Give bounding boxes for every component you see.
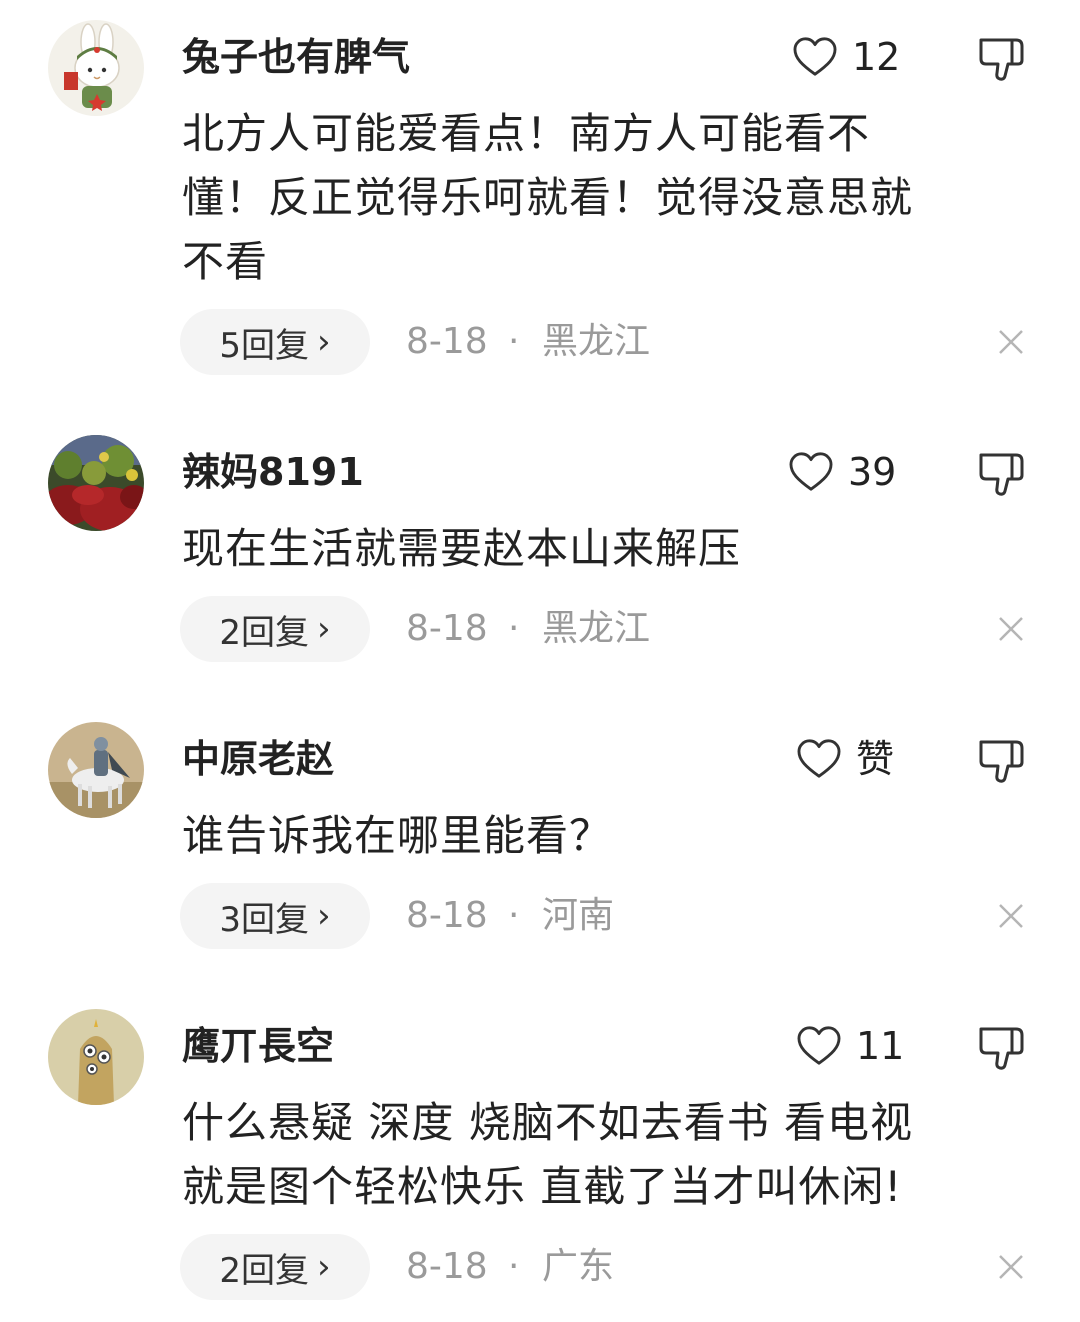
chevron-right-icon: ›: [317, 896, 331, 936]
username[interactable]: 兔子也有脾气: [182, 34, 410, 80]
comment-item: 兔子也有脾气 12 北方人可能爱看点！南方人可能看不 懂！反正觉得乐呵就看！觉得…: [0, 20, 1080, 390]
comment-date: 8-18: [406, 895, 488, 936]
comment-text-line: 谁告诉我在哪里能看？: [182, 811, 613, 860]
like-count: 赞: [856, 737, 895, 781]
dislike-button[interactable]: [976, 34, 1026, 82]
cartoon-face-avatar-icon: [48, 1009, 144, 1105]
dismiss-button[interactable]: [996, 327, 1026, 357]
thumbs-down-outline-icon: [979, 740, 1024, 783]
like-button[interactable]: 12: [792, 32, 900, 82]
heart-outline-icon: [797, 739, 841, 778]
comment-meta: 2回复 › 8-18 · 黑龙江: [180, 596, 1040, 662]
heart-outline-icon: [789, 452, 833, 491]
like-button[interactable]: 39: [788, 447, 896, 497]
avatar[interactable]: [48, 722, 144, 818]
flowers-avatar-icon: [48, 435, 144, 531]
heart-outline-icon: [797, 1026, 841, 1065]
comment-location: 广东: [542, 1246, 615, 1287]
comment-item: 辣妈8191 39 现在生活就需要赵本山来解压 2回复 › 8-18 · 黑龙江: [0, 435, 1080, 665]
close-icon: [999, 904, 1023, 928]
like-button[interactable]: 赞: [796, 734, 894, 784]
replies-button[interactable]: 3回复 ›: [180, 883, 370, 949]
comment-meta: 5回复 › 8-18 · 黑龙江: [180, 309, 1040, 375]
meta-separator: ·: [508, 608, 520, 649]
comment-text-line: 什么悬疑 深度 烧脑不如去看书 看电视: [182, 1098, 914, 1147]
comment-text: 谁告诉我在哪里能看？: [182, 804, 1032, 868]
thumbs-down-outline-icon: [979, 38, 1024, 81]
comment-text: 北方人可能爱看点！南方人可能看不 懂！反正觉得乐呵就看！觉得没意思就 不看: [182, 102, 1032, 294]
comment-text: 什么悬疑 深度 烧脑不如去看书 看电视 就是图个轻松快乐 直截了当才叫休闲!: [182, 1091, 1032, 1219]
comment-date: 8-18: [406, 1246, 488, 1287]
comment-item: 鹰丌長空 11 什么悬疑 深度 烧脑不如去看书 看电视 就是图个轻松快乐 直截了…: [0, 1009, 1080, 1309]
like-count: 12: [852, 35, 901, 79]
dismiss-button[interactable]: [996, 1252, 1026, 1282]
thumbs-down-outline-icon: [979, 453, 1024, 496]
comment-text-line: 现在生活就需要赵本山来解压: [182, 524, 742, 573]
close-icon: [999, 617, 1023, 641]
chevron-right-icon: ›: [317, 1247, 331, 1287]
avatar[interactable]: [48, 435, 144, 531]
chevron-right-icon: ›: [317, 609, 331, 649]
comment-text-line: 不看: [182, 237, 269, 286]
comment-meta: 3回复 › 8-18 · 河南: [180, 883, 1040, 949]
like-count: 39: [848, 450, 897, 494]
comment-date: 8-18: [406, 321, 488, 362]
meta-separator: ·: [508, 321, 520, 362]
avatar[interactable]: [48, 20, 144, 116]
dismiss-button[interactable]: [996, 614, 1026, 644]
replies-button[interactable]: 5回复 ›: [180, 309, 370, 375]
chevron-right-icon: ›: [317, 322, 331, 362]
like-button[interactable]: 11: [796, 1021, 904, 1071]
close-icon: [999, 1255, 1023, 1279]
comment-text: 现在生活就需要赵本山来解压: [182, 517, 1032, 581]
close-icon: [999, 330, 1023, 354]
comment-text-line: 就是图个轻松快乐 直截了当才叫休闲!: [182, 1162, 903, 1211]
comment-item: 中原老赵 赞 谁告诉我在哪里能看？ 3回复 › 8-18 · 河南: [0, 722, 1080, 952]
like-count: 11: [856, 1024, 905, 1068]
reply-count: 3回复: [219, 899, 310, 940]
reply-count: 2回复: [219, 612, 310, 653]
comment-date: 8-18: [406, 608, 488, 649]
dismiss-button[interactable]: [996, 901, 1026, 931]
username[interactable]: 辣妈8191: [182, 449, 364, 495]
dislike-button[interactable]: [976, 736, 1026, 784]
comment-text-line: 北方人可能爱看点！南方人可能看不: [182, 109, 871, 158]
comment-meta: 2回复 › 8-18 · 广东: [180, 1234, 1040, 1300]
replies-button[interactable]: 2回复 ›: [180, 596, 370, 662]
avatar[interactable]: [48, 1009, 144, 1105]
replies-button[interactable]: 2回复 ›: [180, 1234, 370, 1300]
meta-separator: ·: [508, 895, 520, 936]
reply-count: 5回复: [219, 325, 310, 366]
heart-outline-icon: [793, 37, 837, 76]
comment-location: 河南: [542, 895, 615, 936]
comment-location: 黑龙江: [542, 608, 651, 649]
username[interactable]: 中原老赵: [182, 736, 334, 782]
reply-count: 2回复: [219, 1250, 310, 1291]
rabbit-avatar-icon: [48, 20, 144, 116]
horse-rider-avatar-icon: [48, 722, 144, 818]
username[interactable]: 鹰丌長空: [182, 1023, 334, 1069]
dislike-button[interactable]: [976, 1023, 1026, 1071]
comment-text-line: 懂！反正觉得乐呵就看！觉得没意思就: [182, 173, 914, 222]
dislike-button[interactable]: [976, 449, 1026, 497]
comment-location: 黑龙江: [542, 321, 651, 362]
meta-separator: ·: [508, 1246, 520, 1287]
thumbs-down-outline-icon: [979, 1027, 1024, 1070]
